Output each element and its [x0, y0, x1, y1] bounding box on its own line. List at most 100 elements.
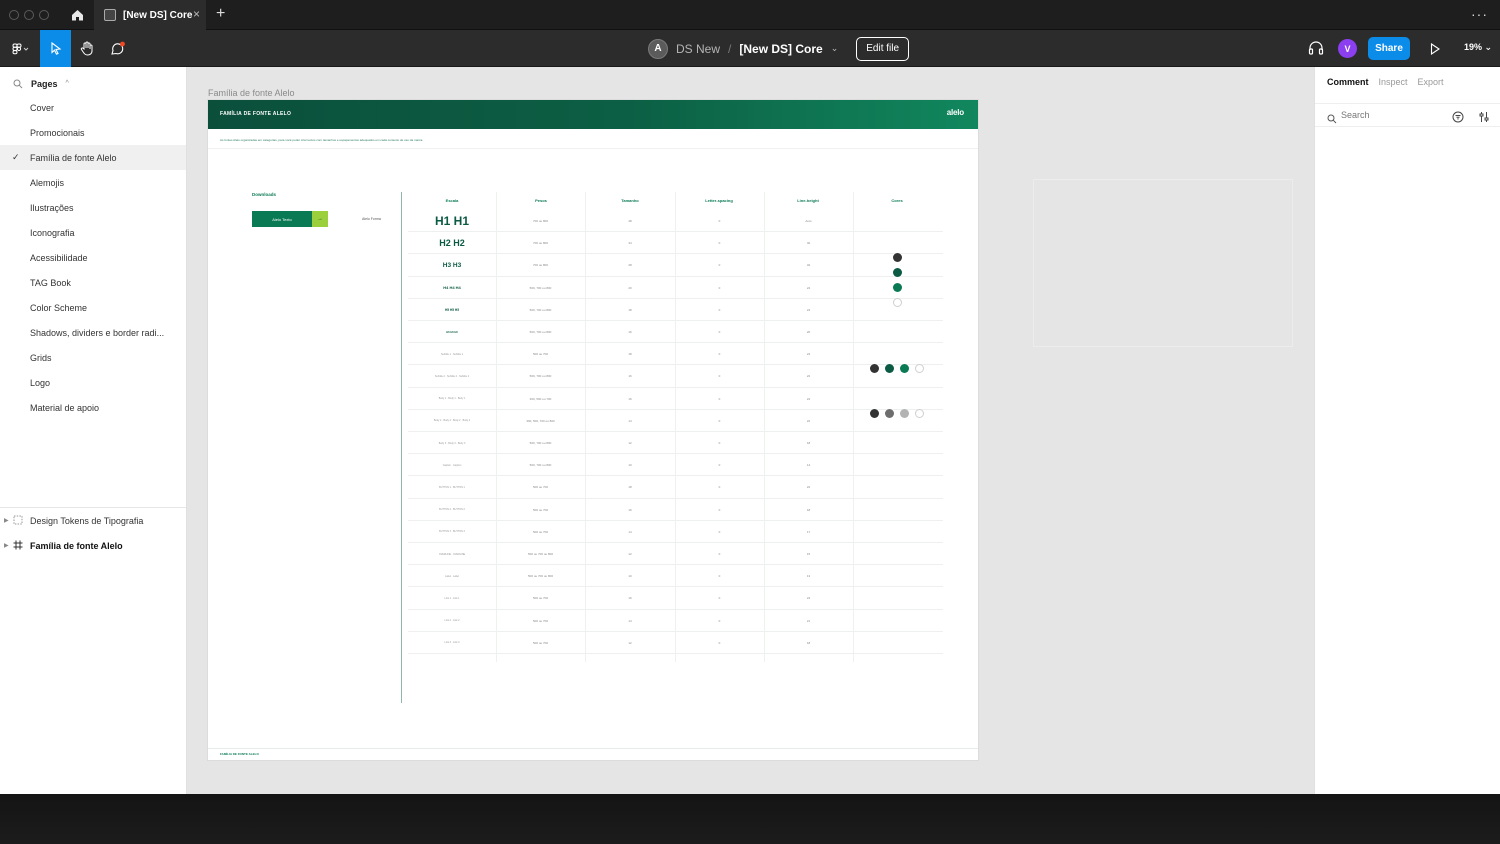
- move-tool-button[interactable]: [40, 30, 71, 67]
- page-item[interactable]: Iconografia: [0, 220, 186, 245]
- maximize-window-icon[interactable]: [39, 10, 49, 20]
- page-item[interactable]: Shadows, dividers e border radi...: [0, 320, 186, 345]
- tab-inspect[interactable]: Inspect: [1379, 77, 1408, 87]
- size-cell: 14: [585, 610, 675, 632]
- line-height-cell: 32: [764, 254, 853, 276]
- user-avatar[interactable]: V: [1338, 39, 1357, 58]
- line-height-cell-text: 24: [806, 352, 811, 357]
- color-swatch[interactable]: [870, 409, 879, 418]
- chevron-down-icon[interactable]: ⌄: [831, 43, 839, 54]
- minimize-window-icon[interactable]: [24, 10, 34, 20]
- download-button[interactable]: Alelo Texto →: [252, 211, 328, 227]
- home-icon: [71, 10, 83, 21]
- search-icon[interactable]: [13, 79, 23, 89]
- scale-cell: H3 H3: [408, 254, 496, 276]
- page-item-label: TAG Book: [30, 277, 71, 288]
- layer-familia-de-fonte[interactable]: ▶ Família de fonte Alelo: [0, 533, 186, 558]
- expand-arrow-icon[interactable]: ▶: [4, 517, 9, 524]
- page-item[interactable]: Cover: [0, 95, 186, 120]
- size-cell-text: 16: [628, 596, 632, 601]
- table-row: Link 2 · Link 2 500 ou 700 14 0 21: [408, 610, 943, 632]
- frame-familia-de-fonte[interactable]: FAMÍLIA DE FONTE ALELO alelo As fontes A…: [208, 100, 978, 760]
- color-swatch[interactable]: [893, 253, 902, 262]
- download-alt-link[interactable]: Alelo Forma: [362, 217, 381, 221]
- size-cell-text: 14: [628, 418, 632, 423]
- comment-tool-button[interactable]: [103, 30, 133, 67]
- filter-icon[interactable]: [1452, 110, 1464, 128]
- hand-tool-button[interactable]: [72, 30, 102, 67]
- weights-cell: 500 ou 700: [496, 587, 585, 609]
- size-cell-text: 34: [628, 241, 632, 246]
- comment-search-input[interactable]: [1341, 110, 1441, 120]
- page-item-label: Logo: [30, 377, 51, 388]
- scale-cell-text: H1 H1: [434, 214, 469, 228]
- design-canvas[interactable]: Família de fonte Alelo FAMÍLIA DE FONTE …: [188, 67, 1314, 794]
- close-tab-icon[interactable]: ×: [193, 8, 200, 20]
- table-row: Label · Label 500 ou 700 ou 800 10 0 13: [408, 565, 943, 588]
- color-swatch[interactable]: [893, 268, 902, 277]
- color-swatch[interactable]: [893, 298, 902, 307]
- weights-cell: 300, 500, 700 ou 800: [496, 410, 585, 432]
- team-name[interactable]: DS New: [676, 42, 720, 56]
- page-item[interactable]: Promocionais: [0, 120, 186, 145]
- file-tab[interactable]: [New DS] Core ×: [94, 0, 206, 30]
- page-item[interactable]: Alemojis: [0, 170, 186, 195]
- color-swatch[interactable]: [915, 364, 924, 373]
- team-avatar[interactable]: A: [648, 38, 668, 59]
- main-menu-button[interactable]: [4, 30, 38, 67]
- size-cell: 14: [585, 410, 675, 432]
- page-item[interactable]: ✓ Família de fonte Alelo: [0, 145, 186, 170]
- zoom-menu[interactable]: 19% ⌄: [1464, 42, 1492, 53]
- expand-arrow-icon[interactable]: ▶: [4, 542, 9, 549]
- page-item[interactable]: Material de apoio: [0, 395, 186, 420]
- scale-cell-text: H2 H2: [439, 238, 465, 249]
- layer-design-tokens[interactable]: ▶ Design Tokens de Tipografia: [0, 508, 186, 533]
- footer-divider: [208, 748, 978, 749]
- tab-comment[interactable]: Comment: [1327, 77, 1369, 87]
- color-swatch[interactable]: [893, 283, 902, 292]
- file-name[interactable]: [New DS] Core: [739, 42, 822, 56]
- color-swatch[interactable]: [900, 364, 909, 373]
- chevron-up-icon[interactable]: ^: [66, 80, 69, 87]
- weights-cell-text: 500, 700 ou 800: [529, 463, 552, 468]
- page-item[interactable]: Ilustrações: [0, 195, 186, 220]
- page-item[interactable]: Logo: [0, 370, 186, 395]
- letter-spacing-cell-text: 0: [718, 219, 721, 223]
- size-cell-text: 14: [628, 618, 632, 623]
- size-cell-text: 16: [628, 396, 632, 401]
- page-item[interactable]: Grids: [0, 345, 186, 370]
- line-height-cell-text: 17: [806, 529, 811, 534]
- more-icon[interactable]: ···: [1471, 6, 1488, 22]
- color-swatch[interactable]: [915, 409, 924, 418]
- weights-cell-text: 500 ou 700: [532, 485, 548, 490]
- settings-sliders-icon[interactable]: [1478, 110, 1490, 128]
- weights-cell: 500, 700 ou 800: [496, 432, 585, 454]
- color-swatch[interactable]: [885, 364, 894, 373]
- panel-tabs: Comment Inspect Export: [1327, 77, 1444, 87]
- page-item[interactable]: Color Scheme: [0, 295, 186, 320]
- present-play-icon[interactable]: [1430, 42, 1440, 60]
- line-height-cell: 24: [764, 587, 853, 609]
- new-tab-icon[interactable]: +: [216, 6, 225, 22]
- table-row: H4 H4 H4 500, 700 ou 800 20 0 24: [408, 277, 943, 299]
- color-swatch[interactable]: [870, 364, 879, 373]
- line-height-cell-text: 24: [806, 596, 811, 601]
- tab-export[interactable]: Export: [1418, 77, 1444, 87]
- frame-label[interactable]: Família de fonte Alelo: [208, 88, 295, 98]
- edit-file-button[interactable]: Edit file: [856, 36, 910, 61]
- headphones-icon[interactable]: [1308, 40, 1324, 60]
- home-button[interactable]: [62, 0, 92, 30]
- size-cell: 16: [585, 587, 675, 609]
- close-window-icon[interactable]: [9, 10, 19, 20]
- share-button[interactable]: Share: [1368, 37, 1410, 60]
- checkmark-icon: ✓: [12, 152, 20, 162]
- color-swatch[interactable]: [900, 409, 909, 418]
- letter-spacing-cell: 0: [675, 365, 764, 387]
- page-item[interactable]: Acessibilidade: [0, 245, 186, 270]
- page-item[interactable]: TAG Book: [0, 270, 186, 295]
- table-row: H1 H1 700 ou 800 48 0 Auto: [408, 210, 943, 233]
- weights-cell-text: 300, 500, 700 ou 800: [526, 418, 555, 423]
- alelo-logo: alelo: [946, 108, 964, 117]
- downloads-title: Downloads: [252, 192, 277, 197]
- color-swatch[interactable]: [885, 409, 894, 418]
